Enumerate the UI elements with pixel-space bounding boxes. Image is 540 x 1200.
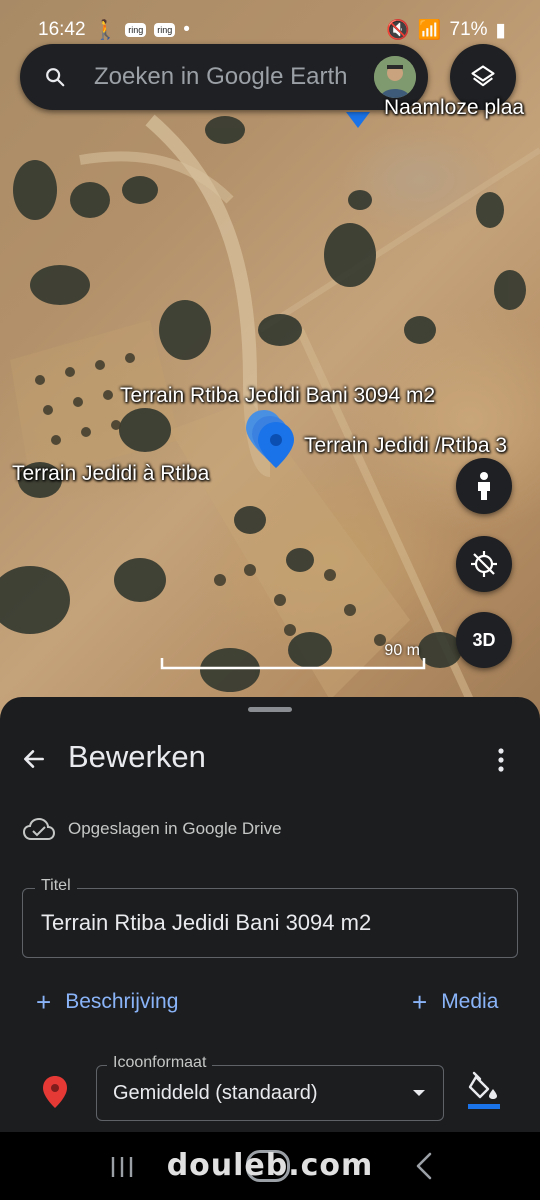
title-input[interactable]: Terrain Rtiba Jedidi Bani 3094 m2 [41, 910, 371, 936]
cloud-done-icon [22, 817, 56, 840]
3d-toggle-button[interactable]: 3D [456, 612, 512, 668]
title-field[interactable]: Titel Terrain Rtiba Jedidi Bani 3094 m2 [22, 877, 518, 958]
system-nav-bar: douleb.com [0, 1132, 540, 1200]
search-bar[interactable]: Zoeken in Google Earth [20, 44, 428, 110]
back-button[interactable] [18, 743, 50, 775]
location-button[interactable] [456, 536, 512, 592]
pegman-icon [478, 472, 490, 500]
scale-bar: 90 m [160, 642, 426, 670]
add-description-button[interactable]: + Beschrijving [36, 989, 178, 1015]
scale-label: 90 m [384, 642, 420, 659]
drag-handle[interactable] [248, 707, 292, 712]
plus-icon: + [412, 987, 428, 1017]
profile-photo [374, 56, 416, 98]
battery-icon: ▮ [495, 19, 506, 41]
title-field-label: Titel [35, 877, 77, 895]
icon-format-value: Gemiddeld (standaard) [113, 1082, 318, 1104]
place-marker-icon[interactable] [346, 112, 370, 128]
street-view-button[interactable] [456, 458, 512, 514]
map-label-terrain-main[interactable]: Terrain Rtiba Jedidi Bani 3094 m2 [120, 384, 435, 408]
icon-format-select[interactable]: Icoonformaat Gemiddeld (standaard) [96, 1054, 444, 1121]
icon-style-row: Icoonformaat Gemiddeld (standaard) [0, 1054, 540, 1127]
map-label-place[interactable]: Naamloze plaa [384, 96, 524, 120]
red-pin-icon[interactable] [42, 1075, 68, 1109]
map-label-terrain-left[interactable]: Terrain Jedidi à Rtiba [12, 462, 209, 486]
arrow-back-icon [24, 750, 44, 768]
save-status-text: Opgeslagen in Google Drive [68, 819, 282, 838]
sheet-header: Bewerken [0, 737, 540, 781]
satellite-map[interactable]: 16:42 🚶 ring ring • 🔇 📶 71% ▮ Zoeken in … [0, 0, 540, 720]
watermark-text: douleb.com [166, 1148, 374, 1183]
add-description-label: Beschrijving [65, 990, 179, 1013]
more-vert-icon [498, 748, 504, 772]
fill-color-icon[interactable] [466, 1071, 502, 1111]
wifi-icon: 📶 [417, 20, 442, 41]
map-label-terrain-right[interactable]: Terrain Jedidi /Rtiba 3 [304, 434, 507, 458]
notification-dot-icon: • [183, 19, 190, 40]
clock: 16:42 [38, 19, 86, 40]
add-media-label: Media [441, 990, 499, 1013]
add-media-button[interactable]: + Media [412, 989, 498, 1015]
mute-icon: 🔇 [386, 20, 410, 41]
more-options-button[interactable] [486, 743, 516, 777]
ring-app-icon: ring [154, 23, 176, 37]
plus-icon: + [36, 987, 52, 1017]
ring-app-icon: ring [125, 23, 147, 37]
dropdown-arrow-icon [413, 1090, 425, 1096]
page-title: Bewerken [68, 739, 206, 774]
edit-bottom-sheet: Bewerken Opgeslagen in Google Drive Tite… [0, 697, 540, 1137]
search-input[interactable]: Zoeken in Google Earth [94, 63, 374, 91]
search-icon [46, 68, 65, 87]
walking-icon: 🚶 [93, 20, 118, 41]
layers-icon [471, 65, 495, 87]
icon-format-label: Icoonformaat [107, 1054, 213, 1072]
save-status-row: Opgeslagen in Google Drive [22, 817, 282, 841]
battery-level: 71% [449, 19, 488, 40]
location-off-icon [471, 551, 497, 577]
avatar[interactable] [374, 56, 416, 98]
